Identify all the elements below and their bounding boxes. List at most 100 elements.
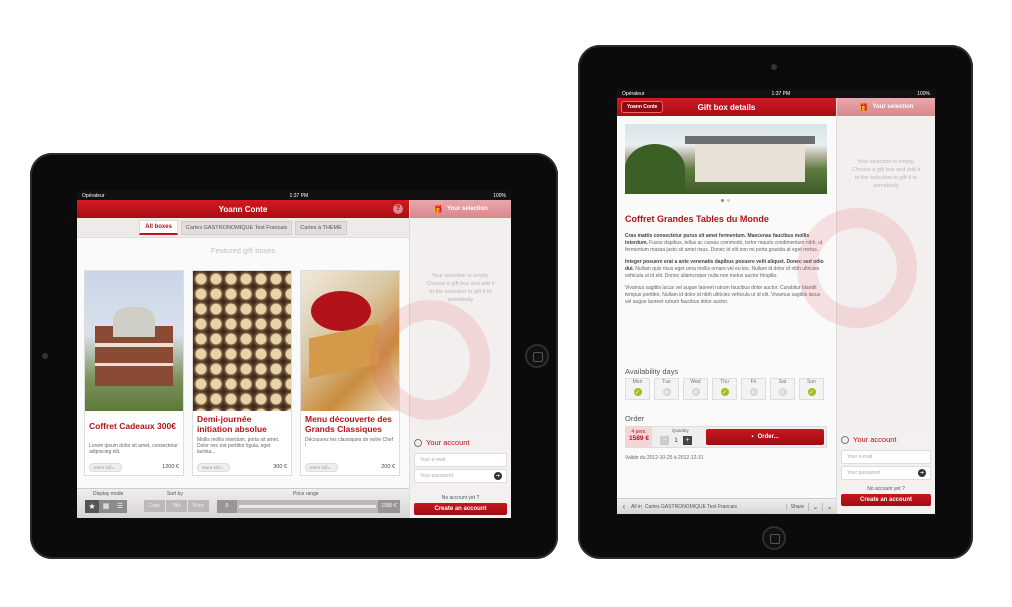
no-account-label: No account yet ? (441, 495, 480, 501)
account-section: Your account Your e-mail Your password ➜… (837, 429, 935, 514)
card-price: 200 € (381, 464, 395, 470)
gift-card[interactable]: Demi-journée initiation absolue Mollis m… (192, 270, 292, 476)
screen-portrait: Opérateur 1:37 PM 100% Yoann Conte Gift … (617, 89, 935, 514)
category-link[interactable]: Cartes GASTRONOMIQUE Test Francais (645, 504, 786, 510)
selection-header: 🎁 Your selection (410, 200, 511, 218)
card-price: 300 € (273, 464, 287, 470)
gift-icon: 🎁 (433, 204, 444, 214)
order-button-label: Order... (757, 434, 779, 440)
ribbon-decoration (370, 300, 490, 420)
ipad-portrait: Opérateur 1:37 PM 100% Yoann Conte Gift … (578, 45, 973, 559)
cross-icon: ✕ (749, 388, 758, 396)
cross-icon: ✕ (662, 388, 671, 396)
all-in-label: All in (631, 503, 642, 510)
price-range-label: Price range (293, 491, 319, 497)
selection-empty-text: Your selection is empty. Choose a gift b… (426, 273, 495, 303)
gift-card[interactable]: Coffret Cadeaux 300€ Lorem ipsum dolor s… (84, 270, 184, 476)
quantity-label: Quantity (672, 428, 689, 433)
quantity-value[interactable]: 1 (671, 438, 681, 444)
carrier-label: Opérateur (622, 90, 645, 97)
create-account-button[interactable]: Create an account (414, 503, 507, 515)
selection-empty-text: Your selection is empty. Choose a gift b… (851, 159, 921, 189)
selection-header: 🎁 Your selection (837, 98, 935, 116)
list-icon[interactable]: ☰ (113, 500, 127, 513)
battery-label: 100% (493, 192, 506, 199)
account-section: Your account Your e-mail Your password ➜… (410, 432, 511, 518)
quantity-stepper[interactable]: − 1 + (660, 436, 692, 445)
check-icon: ✓ (633, 388, 642, 396)
page-title: Yoann Conte (218, 204, 268, 214)
day-label: Wed (690, 379, 701, 385)
question-icon[interactable]: ? (393, 204, 403, 214)
cross-icon: ✕ (691, 388, 700, 396)
screen-landscape: Opérateur 1:37 PM 100% Yoann Conte ? All… (77, 191, 511, 518)
account-title: Your account (410, 432, 511, 453)
password-field[interactable]: Your password ➜ (414, 469, 507, 483)
photo-pager[interactable] (721, 199, 730, 202)
battery-label: 100% (917, 90, 930, 97)
price-box: 4 pers. 1589 € (626, 427, 652, 447)
card-title: Menu découverte des Grands Classiques (305, 414, 392, 434)
camera-dot (771, 64, 777, 70)
card-image-wine-corks (193, 271, 291, 411)
ribbon-decoration (797, 208, 917, 328)
header-bar: Yoann Conte ? (77, 200, 409, 218)
plus-button[interactable]: + (683, 436, 692, 445)
header-bar: Yoann Conte Gift box details (617, 98, 836, 116)
order-button[interactable]: ▪ Order... (706, 429, 824, 445)
star-icon[interactable]: ★ (85, 500, 99, 513)
selection-sidebar: 🎁 Your selection Your selection is empty… (370, 200, 511, 518)
create-account-button[interactable]: Create an account (841, 494, 931, 506)
minus-button[interactable]: − (660, 436, 669, 445)
sort-date-button[interactable]: Date (144, 500, 165, 512)
order-label: Order (625, 414, 645, 423)
home-button[interactable] (525, 344, 549, 368)
time-label: 1:37 PM (771, 90, 791, 97)
card-title: Demi-journée initiation absolue (197, 414, 267, 434)
grid-icon[interactable]: ▦ (99, 500, 113, 513)
display-mode-label: Display mode (93, 491, 124, 497)
cross-icon: ✕ (778, 388, 787, 396)
arrow-right-icon[interactable]: ➜ (494, 472, 502, 480)
tab-all-boxes[interactable]: All boxes (139, 220, 178, 235)
more-info-button[interactable]: More info... (197, 463, 230, 472)
day-fri: Fri ✕ (741, 378, 766, 400)
selection-title: Your selection (447, 206, 488, 212)
sort-title-button[interactable]: Title (166, 500, 187, 512)
card-image-building (85, 271, 183, 411)
order-panel: 4 pers. 1589 € Quantity − 1 + ▪ Order... (625, 426, 827, 448)
chevron-down-icon[interactable]: ⌄ (808, 502, 822, 511)
back-arrow-icon[interactable]: ‹ (617, 502, 631, 511)
arrow-right-icon[interactable]: ➜ (918, 469, 926, 477)
user-icon (841, 435, 849, 444)
sort-price-button[interactable]: Price (188, 500, 209, 512)
price-max-handle[interactable]: 1990 € (378, 500, 400, 513)
no-account-label: No account yet ? (867, 486, 905, 492)
price-min-handle[interactable]: 0 (217, 500, 237, 513)
time-label: 1:37 PM (289, 192, 309, 199)
more-info-button[interactable]: More info... (305, 463, 338, 472)
price-label: 1589 € (629, 435, 649, 442)
check-icon: ✓ (720, 388, 729, 396)
detail-column: Yoann Conte Gift box details Coffret Gra… (617, 98, 836, 514)
card-title: Coffret Cadeaux 300€ (89, 421, 176, 431)
price-range-slider[interactable]: 0 1990 € (217, 500, 400, 513)
chevron-up-icon[interactable]: ⌄ (822, 502, 836, 511)
card-description: Découvrez les classiques de notre Chef ! (305, 437, 394, 449)
tab-theme[interactable]: Cartes à THEME (295, 221, 347, 235)
filter-bar: Display mode ★ ▦ ☰ Sort by Date Title Pr… (77, 488, 409, 518)
para3-text: Vivamus sagittis lacus vel augue laoreet… (625, 285, 821, 305)
day-label: Tue (662, 379, 671, 385)
bottom-nav: ‹ All in Cartes GASTRONOMIQUE Test Franc… (617, 498, 836, 514)
email-field[interactable]: Your e-mail (414, 453, 507, 467)
camera-dot (42, 353, 48, 359)
tab-gastronomique[interactable]: Cartes GASTRONOMIQUE Test Francais (180, 221, 293, 235)
gift-icon: 🎁 (858, 102, 869, 112)
back-button[interactable]: Yoann Conte (621, 101, 664, 113)
email-field[interactable]: Your e-mail (841, 450, 931, 464)
more-info-button[interactable]: More info... (89, 463, 122, 472)
password-field[interactable]: Your password ➜ (841, 466, 931, 480)
home-button[interactable] (762, 526, 786, 550)
check-icon: ✓ (807, 388, 816, 396)
share-button[interactable]: Share (785, 503, 808, 510)
